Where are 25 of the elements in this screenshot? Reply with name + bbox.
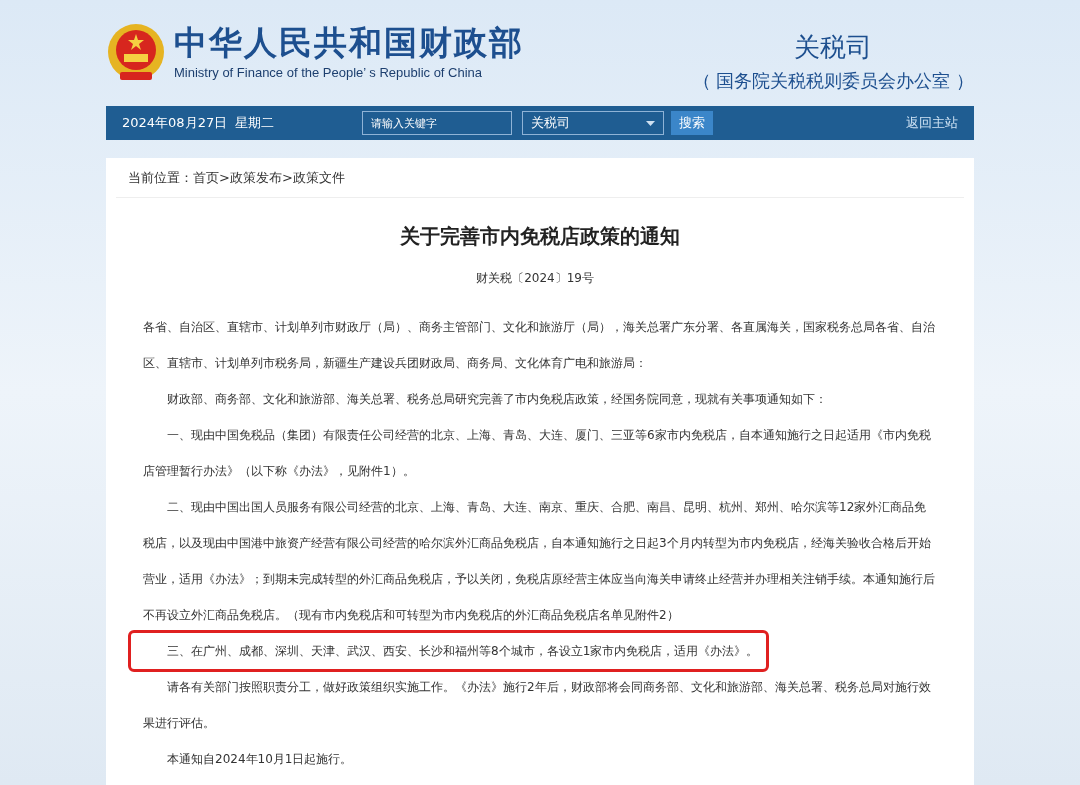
article-paragraph: 三、在广州、成都、深圳、天津、武汉、西安、长沙和福州等8个城市，各设立1家市内免税店，适用《办法》。 [131, 633, 767, 669]
search-button[interactable]: 搜索 [671, 111, 713, 135]
site-subtitle: Ministry of Finance of the People’ s Republic of China [174, 64, 484, 83]
department-title: 关税司 [794, 31, 873, 64]
date-text: 2024年08月27日 星期二 [122, 114, 276, 133]
breadcrumb-separator: > [219, 168, 230, 187]
article-paragraph: 一、现由中国免税品（集团）有限责任公司经营的北京、上海、青岛、大连、厦门、三亚等6家市内免税店，自本通知施行之日起适用《市内免税店管理暂行办法》（以下称《办法》，见附件1）。 [143, 427, 932, 480]
article-paragraph: 二、现由中国出国人员服务有限公司经营的北京、上海、青岛、大连、南京、重庆、合肥、南昌、昆明、杭州、郑州、哈尔滨等12家外汇商品免税店，以及现由中国港中旅资产经营有限公司经营的哈尔滨外汇商品免税店，自本通知施行之日起3个月内转型为市内免税店，经海关验收合格后开始营业，适用《办法》；到期未完成转型的外汇商品免税店，予以关闭，免税店原经营主体应当向海关申请终止经营并办理相关注销手续。本通知施行后不再设立外汇商品免税店。（现有市内免税店和可转型为市内免税店的外汇商品免税店名单见附件2） [143, 499, 936, 624]
article-paragraph: 财政部、商务部、文化和旅游部、海关总署、税务总局研究完善了市内免税店政策，经国务院同意，现就有关事项通知如下： [166, 391, 828, 408]
caret-icon [646, 120, 655, 126]
article-title: 关于完善市内免税店政策的通知 [399, 223, 681, 250]
article-paragraph: 各省、自治区、直辖市、计划单列市财政厅（局）、商务主管部门、文化和旅游厅（局），海关总署广东分署、各直属海关，国家税务总局各省、自治区、直辖市、计划单列市税务局，新疆生产建设兵团财政局、商务局、文化体育广电和旅游局： [143, 319, 936, 372]
breadcrumb-link[interactable]: 政策文件 [292, 167, 345, 188]
search-field[interactable]: 请输入关键字 [362, 111, 512, 135]
breadcrumb-link[interactable]: 政策发布 [229, 167, 282, 188]
home-link[interactable]: 返回主站 [906, 113, 958, 133]
article-paragraph: 本通知自2024年10月1日起施行。 [166, 751, 354, 768]
breadcrumb-separator: > [281, 168, 293, 187]
breadcrumb-label: 当前位置： [128, 168, 193, 187]
department-subtitle: （ 国务院关税税则委员会办公室 ） [692, 69, 974, 93]
scope-select[interactable]: 关税司 [522, 111, 664, 135]
site-title: 中华人民共和国财政部 [174, 23, 524, 64]
breadcrumb-link[interactable]: 首页 [193, 167, 219, 188]
document-number: 财关税〔2024〕19号 [475, 270, 595, 287]
article-paragraph: 请各有关部门按照职责分工，做好政策组织实施工作。《办法》施行2年后，财政部将会同商务部、文化和旅游部、海关总署、税务总局对施行效果进行评估。 [143, 679, 932, 732]
